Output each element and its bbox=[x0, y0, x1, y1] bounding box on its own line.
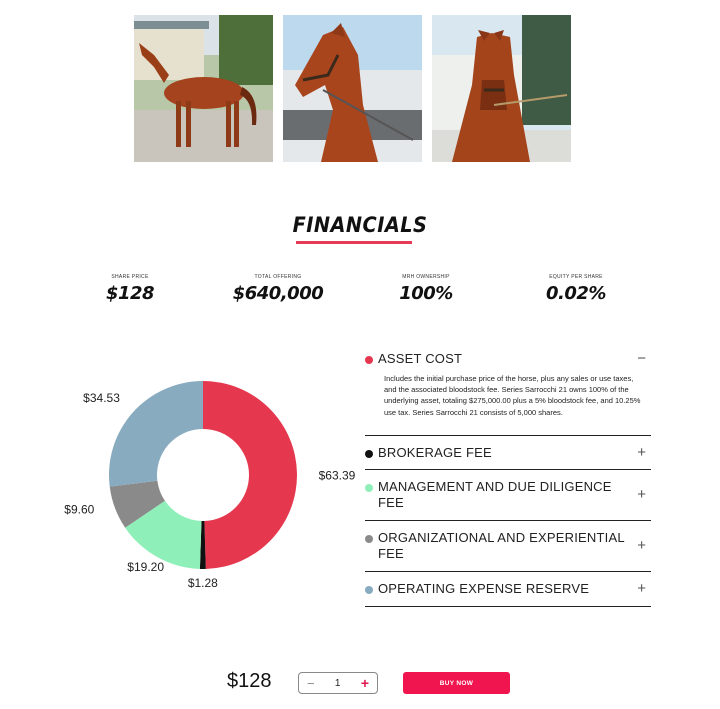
brokerage-fee-dot bbox=[365, 450, 373, 458]
stat-total-offering: TOTAL OFFERING $640,000 bbox=[218, 274, 338, 304]
horse-photo-2[interactable] bbox=[283, 15, 422, 162]
stat-label: EQUITY PER SHARE bbox=[549, 274, 603, 280]
organizational-fee-dot bbox=[365, 535, 373, 543]
horse-photo-1[interactable] bbox=[134, 15, 273, 162]
horse-photo-3[interactable] bbox=[432, 15, 571, 162]
asset-cost-dot bbox=[365, 356, 373, 364]
stat-value: 100% bbox=[399, 283, 453, 304]
donut-label-brokerage-fee: $1.28 bbox=[188, 576, 218, 590]
operating-reserve-dot bbox=[365, 586, 373, 594]
accordion-title: MANAGEMENT AND DUE DILIGENCE FEE bbox=[378, 479, 612, 510]
management-fee-dot bbox=[365, 484, 373, 492]
accordion-item-management-fee: MANAGEMENT AND DUE DILIGENCE FEE + bbox=[365, 470, 651, 521]
stat-label: TOTAL OFFERING bbox=[254, 274, 302, 280]
donut-slice-asset-cost[interactable] bbox=[203, 381, 297, 569]
accordion-item-asset-cost: ASSET COST − Includes the initial purcha… bbox=[365, 351, 651, 436]
donut-svg: $63.39 $1.28 $19.20 $9.60 $34.53 bbox=[64, 381, 356, 590]
stat-value: $640,000 bbox=[232, 283, 324, 304]
stat-value: 0.02% bbox=[546, 283, 606, 304]
accordion-title: OPERATING EXPENSE RESERVE bbox=[378, 581, 590, 596]
minus-icon[interactable]: − bbox=[307, 676, 315, 691]
title-underline bbox=[296, 241, 412, 244]
stat-value: $128 bbox=[105, 283, 155, 304]
collapse-icon[interactable]: − bbox=[637, 351, 646, 367]
cost-donut-chart: $63.39 $1.28 $19.20 $9.60 $34.53 bbox=[64, 375, 356, 595]
cost-accordion: ASSET COST − Includes the initial purcha… bbox=[365, 351, 651, 607]
stat-equity-per-share: EQUITY PER SHARE 0.02% bbox=[516, 274, 636, 304]
expand-icon[interactable]: + bbox=[637, 538, 646, 554]
donut-label-asset-cost: $63.39 bbox=[319, 469, 356, 483]
donut-slice-operating-reserve[interactable] bbox=[109, 381, 203, 487]
purchase-price: $128 bbox=[227, 670, 272, 692]
stat-share-price: SHARE PRICE $128 bbox=[70, 274, 190, 304]
quantity-stepper: − 1 + bbox=[298, 672, 378, 694]
expand-icon[interactable]: + bbox=[637, 581, 646, 597]
stat-label: SHARE PRICE bbox=[111, 274, 149, 280]
accordion-item-brokerage-fee: BROKERAGE FEE + bbox=[365, 436, 651, 470]
accordion-title: BROKERAGE FEE bbox=[378, 445, 492, 460]
accordion-title: ORGANIZATIONAL AND EXPERIENTIAL FEE bbox=[378, 530, 625, 561]
quantity-value[interactable]: 1 bbox=[335, 678, 341, 689]
expand-icon[interactable]: + bbox=[637, 487, 646, 503]
donut-label-management-fee: $19.20 bbox=[127, 560, 164, 574]
accordion-item-operating-reserve: OPERATING EXPENSE RESERVE + bbox=[365, 572, 651, 607]
financials-title: FINANCIALS bbox=[292, 213, 428, 237]
accordion-header[interactable]: BROKERAGE FEE + bbox=[365, 436, 651, 461]
accordion-header[interactable]: OPERATING EXPENSE RESERVE + bbox=[365, 572, 651, 597]
accordion-header[interactable]: ORGANIZATIONAL AND EXPERIENTIAL FEE + bbox=[365, 521, 651, 562]
accordion-title: ASSET COST bbox=[378, 351, 463, 366]
photo-gallery bbox=[134, 15, 572, 162]
stat-label: MRH OWNERSHIP bbox=[402, 274, 450, 280]
accordion-body: Includes the initial purchase price of t… bbox=[384, 374, 641, 417]
plus-icon[interactable]: + bbox=[361, 675, 369, 691]
accordion-header[interactable]: ASSET COST − bbox=[365, 351, 651, 367]
buy-now-button[interactable]: BUY NOW bbox=[403, 672, 510, 694]
donut-label-operating-reserve: $34.53 bbox=[83, 391, 120, 405]
stat-ownership: MRH OWNERSHIP 100% bbox=[366, 274, 486, 304]
donut-label-organizational-fee: $9.60 bbox=[64, 503, 94, 517]
expand-icon[interactable]: + bbox=[637, 445, 646, 461]
accordion-item-organizational-fee: ORGANIZATIONAL AND EXPERIENTIAL FEE + bbox=[365, 521, 651, 572]
accordion-header[interactable]: MANAGEMENT AND DUE DILIGENCE FEE + bbox=[365, 470, 651, 511]
